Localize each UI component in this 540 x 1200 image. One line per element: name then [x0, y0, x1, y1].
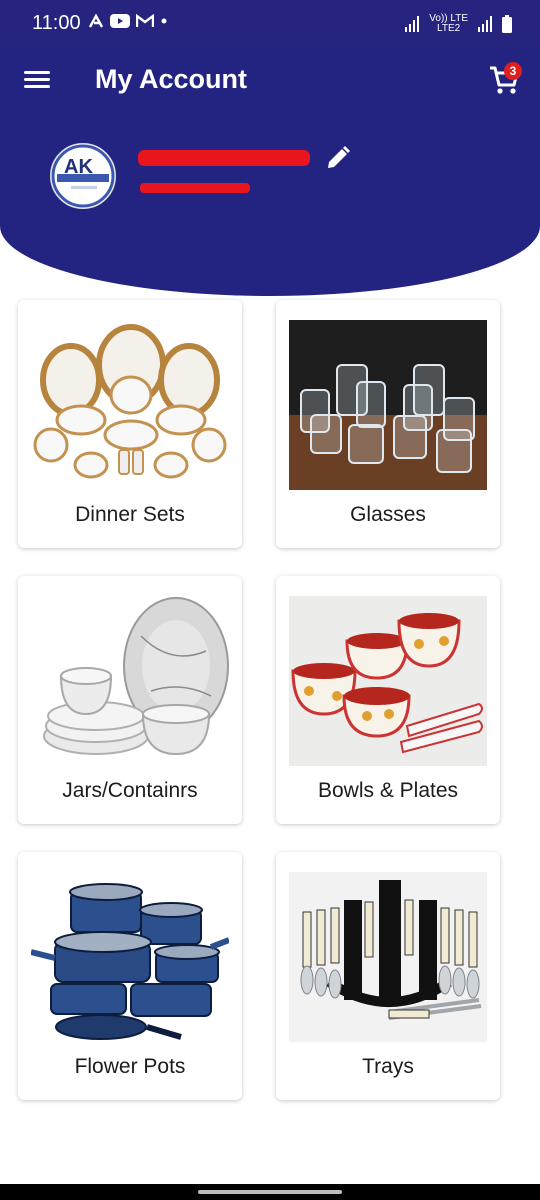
bowls-plates-image	[289, 596, 487, 766]
edit-profile-button[interactable]	[324, 144, 352, 172]
user-contact-redacted	[140, 183, 250, 193]
account-header: My Account 3 AK	[0, 46, 540, 296]
flower-pots-image	[31, 872, 229, 1042]
status-notification-icons	[88, 14, 168, 28]
battery-icon	[502, 15, 512, 33]
home-gesture-handle[interactable]	[198, 1190, 342, 1194]
category-card-bowls-plates[interactable]: Bowls & Plates	[276, 576, 500, 824]
youtube-icon	[110, 14, 130, 28]
system-nav-bar	[0, 1184, 540, 1200]
category-label: Bowls & Plates	[317, 779, 459, 802]
status-time: 11:00	[32, 12, 81, 34]
jars-containrs-image	[31, 596, 229, 766]
network-label: Vo)) LTE LTE2	[429, 14, 468, 34]
network-bottom: LTE2	[437, 23, 461, 34]
cart-count-badge: 3	[504, 62, 522, 80]
page-title: My Account	[95, 64, 248, 94]
category-card-dinner-sets[interactable]: Dinner Sets	[18, 300, 242, 548]
signal-icon	[405, 16, 420, 32]
dinner-sets-image	[31, 320, 229, 490]
status-system-icons: Vo)) LTE LTE2	[405, 14, 512, 34]
app-icon	[88, 14, 104, 28]
signal-icon-2	[478, 16, 492, 32]
category-label: Flower Pots	[74, 1055, 186, 1078]
category-label: Jars/Containrs	[62, 779, 198, 802]
dot-icon	[161, 18, 167, 24]
category-card-flower-pots[interactable]: Flower Pots	[18, 852, 242, 1100]
avatar-text: AK	[64, 156, 93, 178]
category-card-jars-containrs[interactable]: Jars/Containrs	[18, 576, 242, 824]
glasses-image	[289, 320, 487, 490]
cart-button[interactable]: 3	[488, 62, 522, 96]
category-label: Glasses	[350, 503, 426, 526]
menu-icon[interactable]	[24, 68, 50, 90]
category-card-glasses[interactable]: Glasses	[276, 300, 500, 548]
avatar[interactable]: AK	[50, 143, 116, 209]
user-name-redacted	[138, 150, 310, 166]
status-bar: 11:00 Vo)) LTE LTE2	[0, 0, 540, 46]
pencil-icon	[328, 146, 350, 168]
category-card-trays[interactable]: Trays	[276, 852, 500, 1100]
trays-image	[289, 872, 487, 1042]
category-label: Trays	[362, 1055, 414, 1078]
category-label: Dinner Sets	[75, 503, 185, 526]
gmail-icon	[136, 14, 154, 27]
company-logo: AK	[51, 144, 115, 208]
